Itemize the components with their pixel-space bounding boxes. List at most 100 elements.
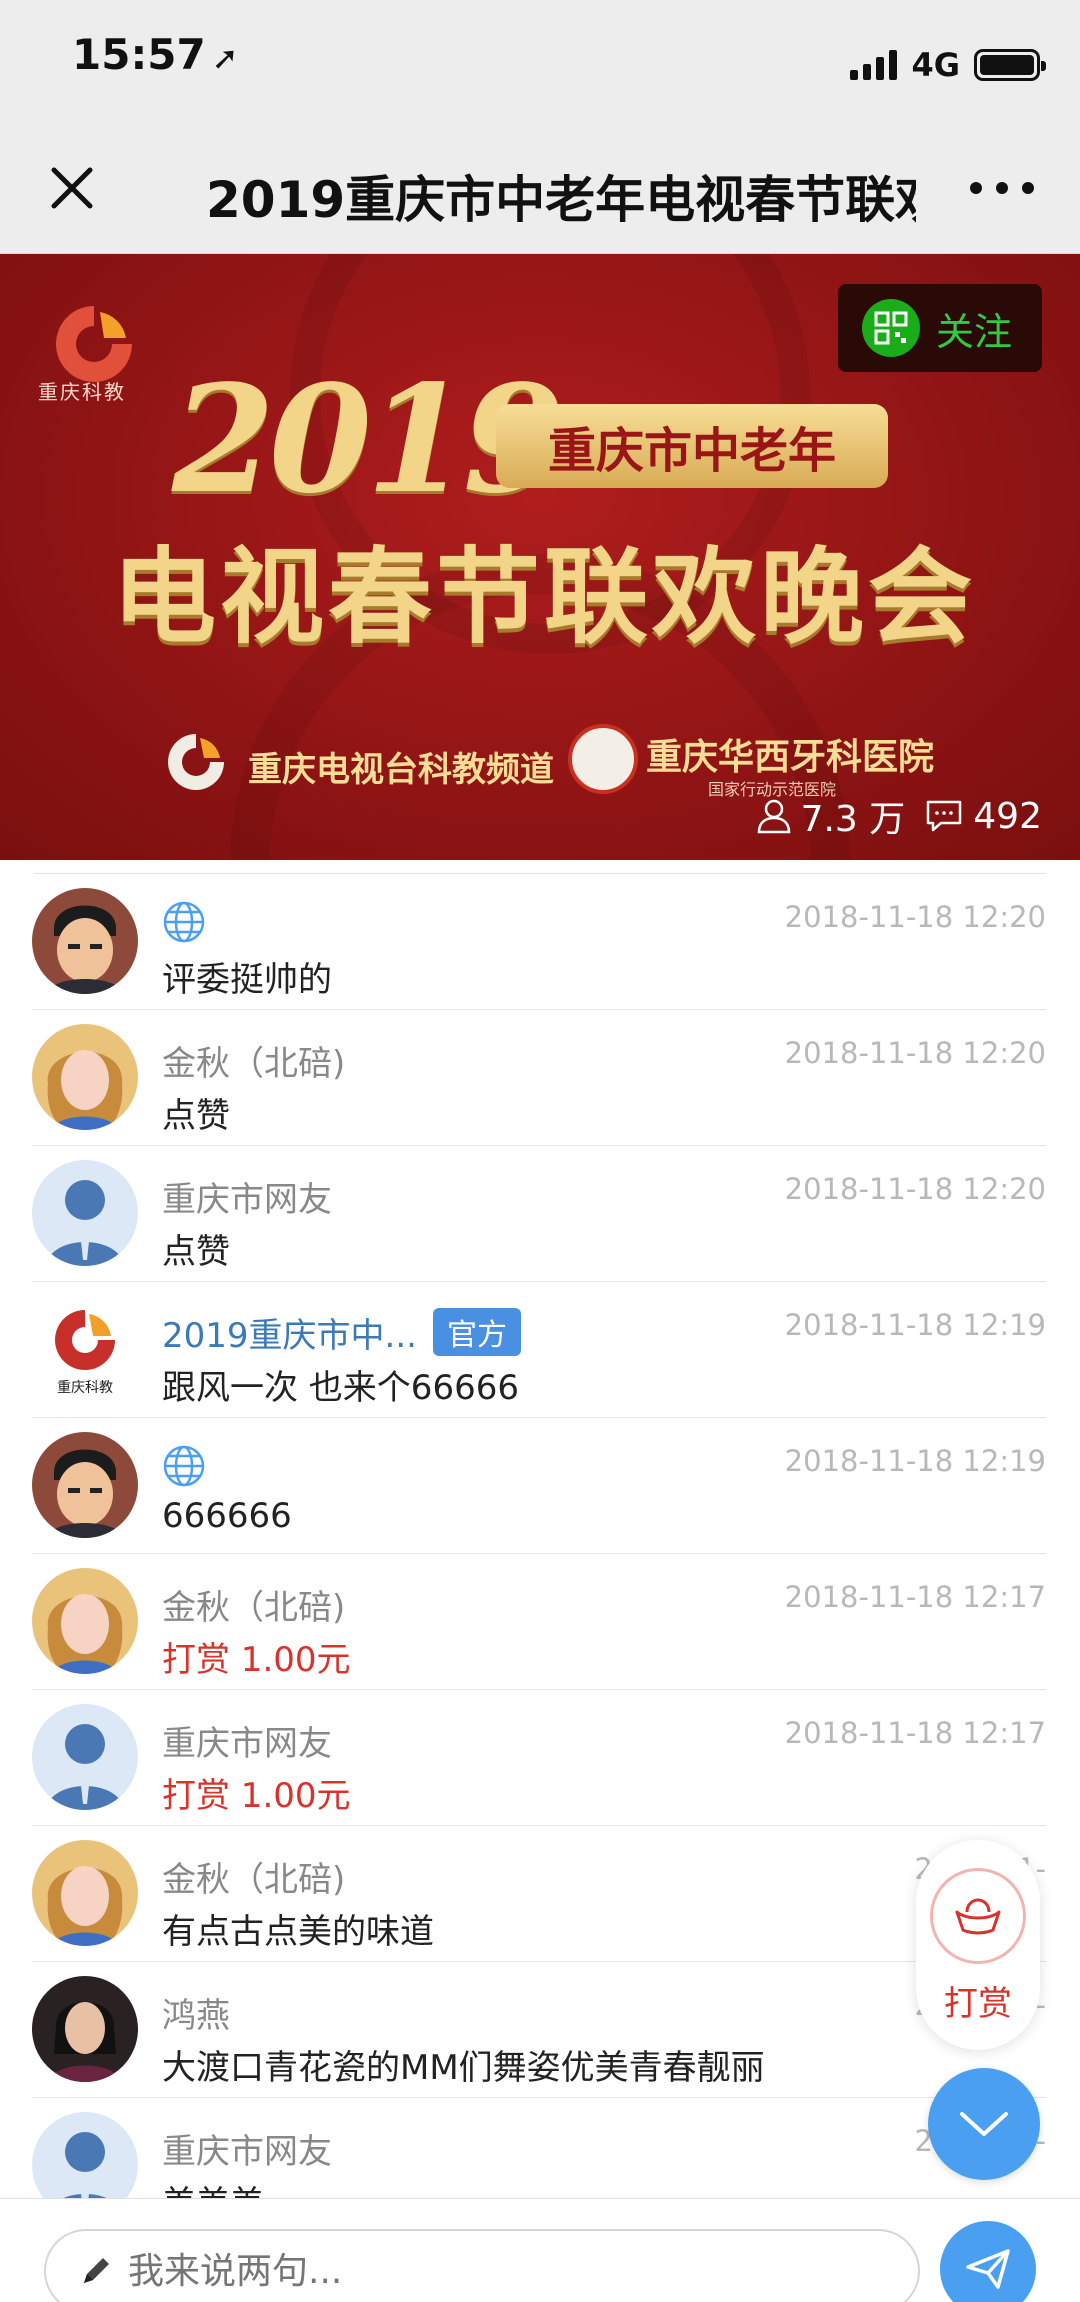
chevron-down-icon: [960, 2112, 1008, 2136]
more-icon: [970, 182, 982, 194]
commenter-name: 2019重庆市中... 官方: [162, 1308, 521, 1357]
comment-text: 美美美: [162, 2176, 264, 2198]
comment-time: 2018-11-18 12:17: [784, 1716, 1046, 1750]
more-button[interactable]: [962, 156, 1042, 220]
avatar-brand-text: 重庆科教: [57, 1380, 113, 1396]
send-button[interactable]: [940, 2221, 1036, 2302]
live-banner[interactable]: 重庆科教 关注 2019 重庆市中老年 电视春节联欢晚会 重庆电视台科教频道 重…: [0, 254, 1080, 860]
send-icon: [966, 2249, 1010, 2289]
follow-button[interactable]: 关注: [838, 284, 1042, 372]
comment-item[interactable]: 重庆市网友2018-11-美美美: [32, 2098, 1046, 2198]
comment-time: 2018-11-18 12:20: [784, 1172, 1046, 1206]
reward-button[interactable]: 打赏: [916, 1840, 1040, 2050]
battery-icon: [974, 49, 1046, 81]
avatar[interactable]: [32, 1704, 138, 1810]
follow-label: 关注: [936, 309, 1013, 354]
commenter-name: 鸿燕: [162, 1988, 230, 2037]
comment-time: 2018-11-18 12:20: [784, 900, 1046, 934]
tip-text: 打赏 1.00元: [162, 1776, 351, 1816]
status-time-text: 15:57: [72, 30, 206, 79]
ingot-icon: [930, 1868, 1026, 1964]
avatar[interactable]: [32, 2112, 138, 2198]
close-button[interactable]: [40, 156, 104, 220]
signal-icon: [850, 50, 898, 80]
commenter-name: 重庆市网友: [162, 1172, 332, 1221]
avatar[interactable]: [32, 1568, 138, 1674]
comment-text: 点赞: [162, 1096, 230, 1136]
comment-time: 2018-11-18 12:19: [784, 1444, 1046, 1478]
status-bar: 15:57 ➚ 4G: [0, 0, 1080, 120]
comment-input-box[interactable]: [44, 2229, 920, 2302]
avatar[interactable]: [32, 888, 138, 994]
comment-time: 2018-11-18 12:19: [784, 1308, 1046, 1342]
comment-item[interactable]: 重庆科教 2019重庆市中... 官方 2018-11-18 12:19 跟风一次 也来…: [32, 1282, 1046, 1418]
comment-input[interactable]: [128, 2250, 888, 2292]
globe-icon: [163, 901, 205, 943]
comment-item[interactable]: 金秋（北碚)2018-11-有点古点美的味道: [32, 1826, 1046, 1962]
comment-input-bar: [0, 2198, 1080, 2302]
comment-item[interactable]: 重庆市网友 2018-11-18 12:17 打赏 1.00元: [32, 1690, 1046, 1826]
comment-item[interactable]: 重庆市网友 2018-11-18 12:20 点赞: [32, 1146, 1046, 1282]
comment-text: 点赞: [162, 1232, 230, 1272]
commenter-name-text: 金秋（北碚): [162, 1044, 346, 1084]
commenter-name-text: 重庆市网友: [162, 1180, 332, 1220]
sponsor-channel: 重庆电视台科教频道: [248, 750, 554, 790]
banner-title: 电视春节联欢晚会: [111, 535, 976, 658]
banner-title-tag: 重庆市中老年: [496, 404, 888, 488]
person-icon: [757, 799, 790, 834]
avatar[interactable]: [32, 1024, 138, 1130]
close-icon: [51, 167, 93, 209]
commenter-name-text: 鸿燕: [162, 1996, 230, 2036]
banner-stats: 7.3 万 492: [757, 790, 1042, 842]
qr-code-icon: [862, 299, 920, 357]
commenter-name: 重庆市网友: [162, 2124, 332, 2173]
avatar[interactable]: [32, 1160, 138, 1266]
scroll-down-button[interactable]: [928, 2068, 1040, 2180]
comment-item[interactable]: 金秋（北碚) 2018-11-18 12:17 打赏 1.00元: [32, 1554, 1046, 1690]
comment-time: 2018-11-18 12:20: [784, 1036, 1046, 1070]
comment-text: 评委挺帅的: [162, 960, 332, 1000]
sponsor-hospital: 重庆华西牙科医院: [646, 737, 935, 778]
network-type: 4G: [911, 46, 960, 84]
comment-item[interactable]: 鸿燕2018-11-大渡口青花瓷的MM们舞姿优美青春靓丽: [32, 1962, 1046, 2098]
commenter-name: [162, 1444, 206, 1488]
official-badge: 官方: [432, 1308, 521, 1356]
commenter-name-text: 金秋（北碚): [162, 1588, 346, 1628]
comment-text: 跟风一次 也来个66666: [162, 1368, 519, 1408]
page-title: 2019重庆市中老年电视春节联欢晚会: [206, 171, 916, 229]
globe-icon: [163, 1445, 205, 1487]
status-time: 15:57 ➚: [72, 30, 239, 79]
view-count: 7.3 万: [800, 799, 906, 840]
commenter-name: 金秋（北碚): [162, 1852, 345, 1901]
avatar[interactable]: [32, 1432, 138, 1538]
tip-text: 打赏 1.00元: [162, 1640, 351, 1680]
comment-text: 大渡口青花瓷的MM们舞姿优美青春靓丽: [162, 2048, 765, 2088]
pencil-icon: [84, 2258, 109, 2283]
avatar[interactable]: 重庆科教: [32, 1296, 138, 1402]
commenter-name-text: 重庆市网友: [162, 1724, 332, 1764]
avatar[interactable]: [32, 1840, 138, 1946]
comment-text: 有点古点美的味道: [162, 1912, 434, 1952]
commenter-name-text: 重庆市网友: [162, 2132, 332, 2172]
comment-count: 492: [973, 795, 1042, 837]
hospital-logo-icon: [568, 724, 638, 794]
comment-icon: [927, 800, 962, 832]
commenter-name-text: 2019重庆市中...: [162, 1316, 417, 1356]
commenter-name: 金秋（北碚): [162, 1036, 345, 1085]
avatar[interactable]: [32, 1976, 138, 2082]
comment-text: 666666: [162, 1496, 292, 1536]
commenter-name: 金秋（北碚): [162, 1580, 345, 1629]
comment-item[interactable]: 2018-11-18 12:19 666666: [32, 1418, 1046, 1554]
brand-name: 重庆科教: [38, 380, 126, 404]
title-bar: 2019重庆市中老年电视春节联欢晚会: [0, 120, 1080, 254]
location-arrow-icon: ➚: [211, 39, 239, 77]
commenter-name: [162, 900, 206, 944]
status-indicators: 4G: [850, 46, 1046, 84]
comment-item[interactable]: 2018-11-18 12:20 评委挺帅的: [32, 874, 1046, 1010]
commenter-name-text: 金秋（北碚): [162, 1860, 346, 1900]
reward-label: 打赏: [944, 1984, 1012, 2024]
comment-time: 2018-11-18 12:17: [784, 1580, 1046, 1614]
comment-item[interactable]: 金秋（北碚) 2018-11-18 12:20 点赞: [32, 1010, 1046, 1146]
channel-logo-icon: [168, 734, 224, 790]
commenter-name: 重庆市网友: [162, 1716, 332, 1765]
